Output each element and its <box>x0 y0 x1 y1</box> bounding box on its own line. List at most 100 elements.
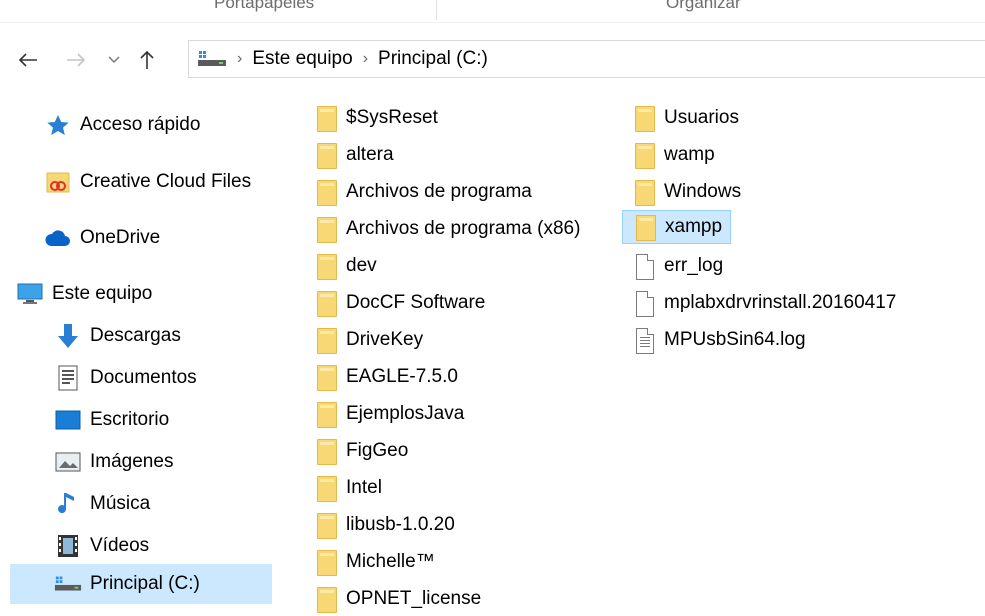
sidebar-item-label: Escritorio <box>90 409 170 430</box>
list-item[interactable]: Intel <box>316 471 390 505</box>
folder-icon <box>316 474 338 502</box>
sidebar-item-videos[interactable]: Vídeos <box>54 526 316 566</box>
computer-icon <box>16 282 44 306</box>
list-item[interactable]: Archivos de programa <box>316 175 540 209</box>
file-icon <box>634 252 656 280</box>
ribbon-group-labels: Portapapeles Organizar <box>0 0 985 23</box>
sidebar-item-label: Documentos <box>90 367 197 388</box>
arrow-right-icon <box>67 53 86 67</box>
list-item[interactable]: altera <box>316 138 402 172</box>
file-name: Archivos de programa <box>346 181 532 202</box>
file-name: dev <box>346 255 377 276</box>
file-name: Archivos de programa (x86) <box>346 218 581 239</box>
list-item[interactable]: FigGeo <box>316 434 416 468</box>
list-item[interactable]: OPNET_license <box>316 582 489 616</box>
ribbon-group-clipboard: Portapapeles <box>214 0 315 12</box>
folder-icon <box>316 141 338 169</box>
sidebar-item-este-equipo[interactable]: Este equipo <box>16 274 278 314</box>
list-item[interactable]: Archivos de programa (x86) <box>316 212 588 246</box>
list-item[interactable]: wamp <box>634 138 723 172</box>
folder-icon <box>634 178 656 206</box>
list-item[interactable]: Usuarios <box>634 101 747 135</box>
file-name: err_log <box>664 255 724 276</box>
folder-icon <box>316 437 338 465</box>
recent-locations-button[interactable] <box>100 36 128 84</box>
folder-icon <box>316 326 338 354</box>
file-name: Intel <box>346 477 382 498</box>
sidebar-item-label: Vídeos <box>90 535 150 556</box>
drive-icon <box>189 51 233 67</box>
file-name: Usuarios <box>664 107 739 128</box>
file-name: mplabxdrvrinstall.20160417 <box>664 292 897 313</box>
file-name: DriveKey <box>346 329 424 350</box>
sidebar-item-musica[interactable]: Música <box>54 484 316 524</box>
file-name: altera <box>346 144 394 165</box>
star-icon <box>44 113 72 137</box>
file-list: $SysReset altera Archivos de programa Ar… <box>300 98 985 613</box>
file-name: libusb-1.0.20 <box>346 514 455 535</box>
file-icon <box>634 289 656 317</box>
list-item[interactable]: Windows <box>634 175 749 209</box>
ribbon-separator <box>436 0 437 20</box>
drive-icon <box>54 572 82 596</box>
sidebar-item-principal-c[interactable]: Principal (C:) <box>10 564 272 604</box>
list-item[interactable]: libusb-1.0.20 <box>316 508 463 542</box>
sidebar-item-label: Este equipo <box>52 283 153 304</box>
file-name: FigGeo <box>346 440 409 461</box>
file-name: Michelle™ <box>346 551 435 572</box>
up-button[interactable] <box>132 36 162 84</box>
list-item[interactable]: mplabxdrvrinstall.20160417 <box>634 286 904 320</box>
sidebar-item-creative-cloud-files[interactable]: Creative Cloud Files <box>44 162 306 202</box>
folder-icon <box>316 363 338 391</box>
sidebar-item-acceso-rapido[interactable]: Acceso rápido <box>44 105 306 145</box>
list-item[interactable]: DocCF Software <box>316 286 493 320</box>
folder-icon <box>316 178 338 206</box>
pictures-icon <box>54 450 82 474</box>
folder-icon <box>316 215 338 243</box>
list-item[interactable]: DriveKey <box>316 323 431 357</box>
folder-icon <box>634 104 656 132</box>
breadcrumb-separator[interactable]: › <box>233 50 246 68</box>
list-item-selected[interactable]: xampp <box>622 210 732 244</box>
back-button[interactable] <box>8 36 48 84</box>
sidebar-item-label: Descargas <box>90 325 181 346</box>
list-item[interactable]: $SysReset <box>316 101 446 135</box>
list-item[interactable]: MPUsbSin64.log <box>634 323 814 357</box>
cloud-icon <box>44 226 72 250</box>
list-item[interactable]: Michelle™ <box>316 545 443 579</box>
sidebar-item-documentos[interactable]: Documentos <box>54 358 316 398</box>
sidebar-item-escritorio[interactable]: Escritorio <box>54 400 316 440</box>
navigation-pane: Acceso rápido Creative Cloud Files OneDr… <box>0 98 278 604</box>
breadcrumb-principal-c[interactable]: Principal (C:) <box>372 48 494 70</box>
folder-icon <box>316 585 338 613</box>
file-name: EAGLE-7.5.0 <box>346 366 458 387</box>
breadcrumb-este-equipo[interactable]: Este equipo <box>246 48 358 70</box>
folder-icon <box>635 213 657 241</box>
folder-icon <box>634 141 656 169</box>
sidebar-item-label: Creative Cloud Files <box>80 171 252 192</box>
folder-icon <box>316 289 338 317</box>
file-name: DocCF Software <box>346 292 486 313</box>
folder-icon <box>316 400 338 428</box>
file-name: OPNET_license <box>346 588 482 609</box>
address-bar[interactable]: › Este equipo › Principal (C:) <box>188 40 985 78</box>
creative-cloud-icon <box>44 170 72 194</box>
sidebar-item-imagenes[interactable]: Imágenes <box>54 442 316 482</box>
list-item[interactable]: EjemplosJava <box>316 397 472 431</box>
desktop-icon <box>54 408 82 432</box>
forward-button[interactable] <box>56 36 96 84</box>
sidebar-item-label: Acceso rápido <box>80 114 201 135</box>
list-item[interactable]: EAGLE-7.5.0 <box>316 360 466 394</box>
documents-icon <box>54 365 82 391</box>
videos-icon <box>54 534 82 558</box>
sidebar-item-onedrive[interactable]: OneDrive <box>44 218 306 258</box>
navigation-bar: › Este equipo › Principal (C:) <box>0 36 985 84</box>
sidebar-item-descargas[interactable]: Descargas <box>54 316 316 356</box>
breadcrumb-separator[interactable]: › <box>359 50 372 68</box>
list-item[interactable]: dev <box>316 249 385 283</box>
arrow-left-icon <box>18 53 37 67</box>
folder-icon <box>316 252 338 280</box>
text-file-icon <box>634 326 656 354</box>
arrow-up-icon <box>140 50 154 69</box>
list-item[interactable]: err_log <box>634 249 731 283</box>
